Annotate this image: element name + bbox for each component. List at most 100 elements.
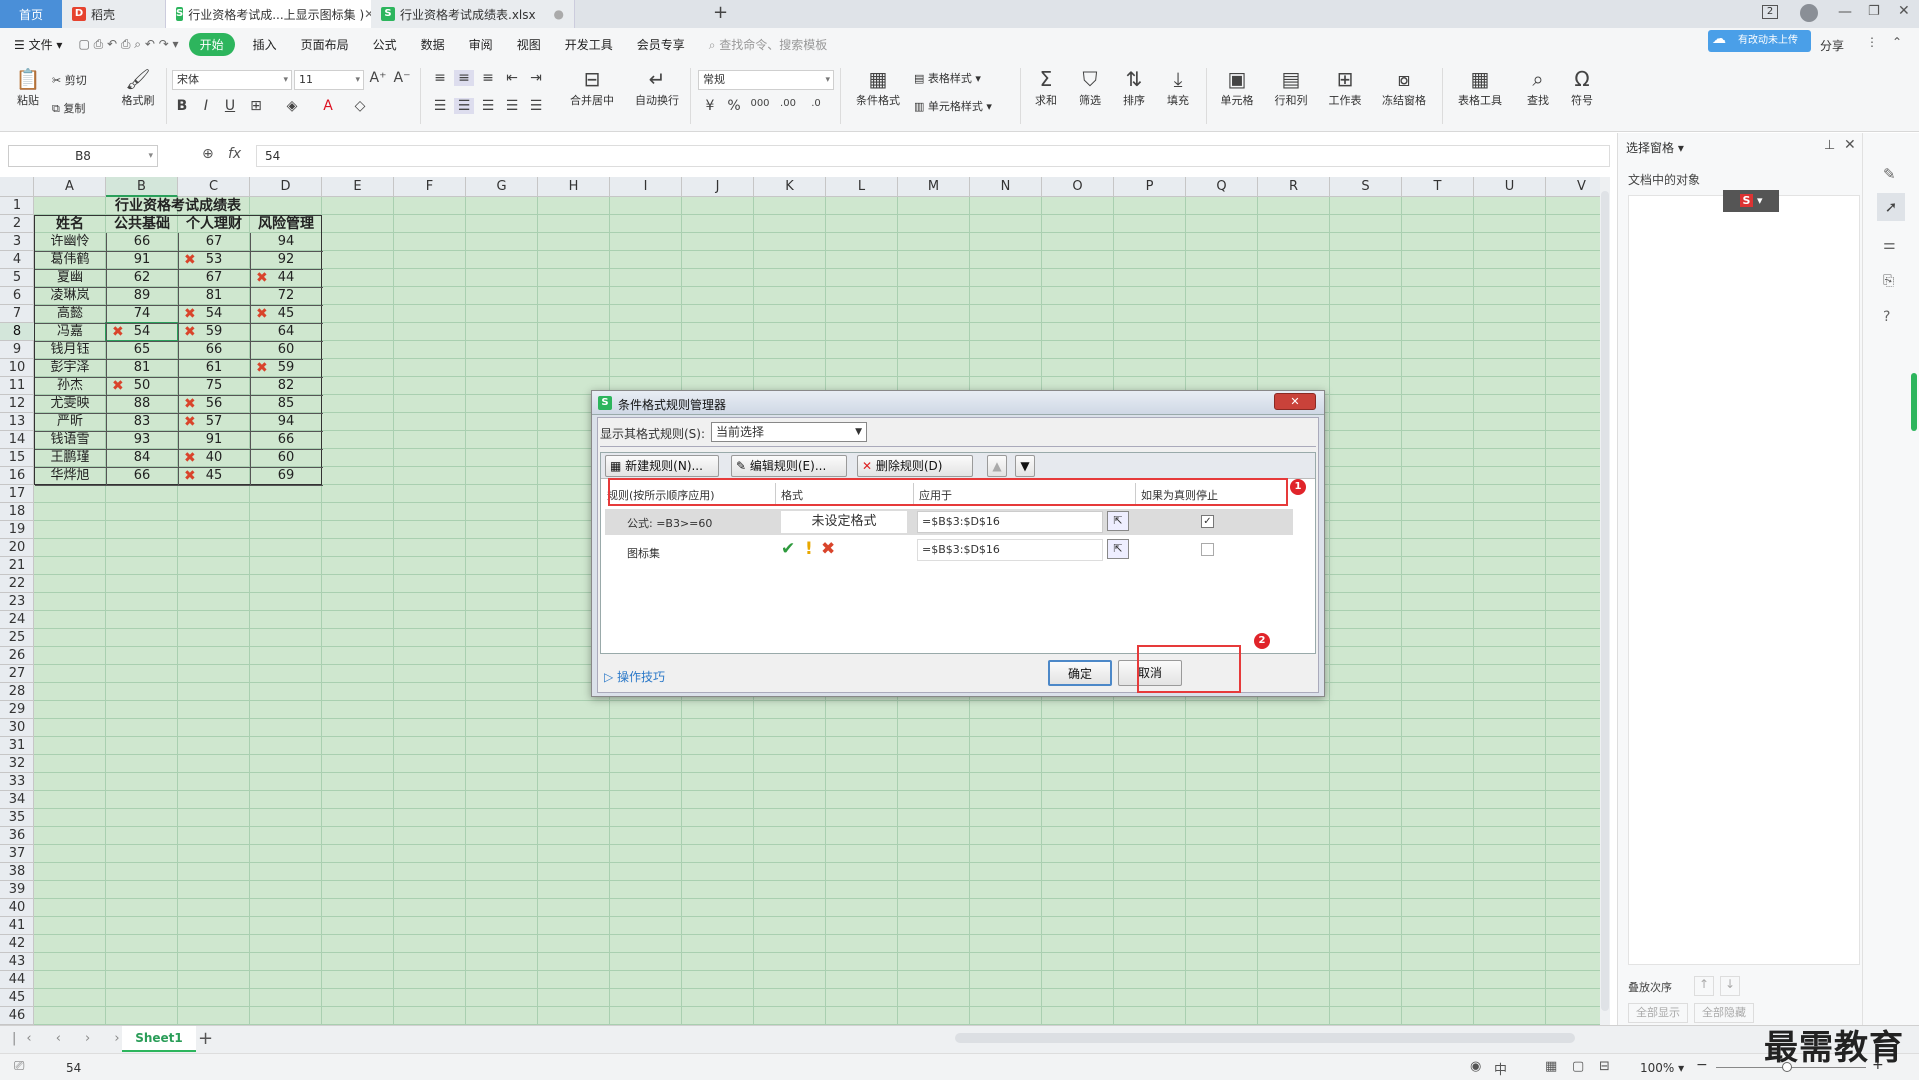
clear-icon[interactable]: ◇ — [350, 98, 370, 114]
align-bottom-icon[interactable]: ≡ — [478, 70, 498, 86]
align-top-icon[interactable]: ≡ — [430, 70, 450, 86]
font-name-select[interactable]: 宋体 ▾ — [172, 70, 292, 90]
row-header-40[interactable]: 40 — [0, 899, 34, 917]
name-cell[interactable]: 葛伟鹤 — [34, 251, 106, 269]
decrease-decimal-icon[interactable]: .0 — [806, 98, 826, 109]
column-header-Q[interactable]: Q — [1186, 177, 1258, 197]
edit-rule-button[interactable]: ✎ 编辑规则(E)... — [731, 455, 847, 477]
quick-access-toolbar[interactable]: ▢ ⎙ ↶ ⎙ ⌕ ↶ ↷ ▾ — [74, 37, 182, 52]
paste-button[interactable]: 📋 粘贴 — [10, 66, 46, 108]
row-header-26[interactable]: 26 — [0, 647, 34, 665]
row-header-5[interactable]: 5 — [0, 269, 34, 287]
fill-button[interactable]: ⤓ 填充 — [1158, 66, 1198, 108]
score-cell[interactable]: 93 — [106, 431, 178, 449]
menu-page-layout[interactable]: 页面布局 — [289, 36, 361, 53]
number-format-select[interactable]: 常规 ▾ — [698, 70, 834, 90]
brush-icon[interactable]: ✎ — [1883, 165, 1896, 183]
score-cell[interactable]: 88 — [106, 395, 178, 413]
column-header-C[interactable]: C — [178, 177, 250, 197]
cell-button[interactable]: ▣ 单元格 — [1212, 66, 1262, 108]
menu-formula[interactable]: 公式 — [361, 36, 409, 53]
column-header-U[interactable]: U — [1474, 177, 1546, 197]
score-cell[interactable]: 84 — [106, 449, 178, 467]
name-cell[interactable]: 彭宇泽 — [34, 359, 106, 377]
column-header-H[interactable]: H — [538, 177, 610, 197]
window-count-badge[interactable]: 2 — [1762, 5, 1778, 19]
rule-1-stop-checkbox[interactable]: ✓ — [1201, 515, 1214, 528]
filter-button[interactable]: ⛉ 筛选 — [1070, 66, 1110, 108]
header-cell[interactable]: 个人理财 — [178, 215, 250, 233]
row-header-39[interactable]: 39 — [0, 881, 34, 899]
tab-active-document[interactable]: S 行业资格考试成...上显示图标集 ) ✕ — [166, 0, 371, 28]
score-cell[interactable]: 66 — [250, 431, 322, 449]
sliders-icon[interactable]: ⚌ — [1883, 237, 1896, 253]
ok-button[interactable]: 确定 — [1048, 660, 1112, 686]
row-header-23[interactable]: 23 — [0, 593, 34, 611]
row-header-30[interactable]: 30 — [0, 719, 34, 737]
column-header-N[interactable]: N — [970, 177, 1042, 197]
rule-2-stop-checkbox[interactable] — [1201, 543, 1214, 556]
row-header-14[interactable]: 14 — [0, 431, 34, 449]
menu-file[interactable]: ☰ 文件 ▾ — [0, 36, 74, 53]
tab-daoke[interactable]: D 稻壳 — [62, 0, 166, 28]
selection-pane-title[interactable]: 选择窗格 ▾ — [1626, 139, 1684, 156]
score-cell[interactable]: 82 — [250, 377, 322, 395]
menu-review[interactable]: 审阅 — [457, 36, 505, 53]
row-header-16[interactable]: 16 — [0, 467, 34, 485]
normal-view-icon[interactable]: ▦ — [1545, 1059, 1557, 1074]
new-rule-button[interactable]: ▦ 新建规则(N)... — [605, 455, 719, 477]
score-cell[interactable]: 72 — [250, 287, 322, 305]
name-cell[interactable]: 王鹏瑾 — [34, 449, 106, 467]
add-sheet-icon[interactable]: + — [198, 1028, 213, 1049]
score-cell[interactable]: 91 — [178, 431, 250, 449]
horizontal-scrollbar[interactable] — [955, 1033, 1575, 1043]
sum-button[interactable]: Σ 求和 — [1026, 66, 1066, 108]
justify-icon[interactable]: ☰ — [502, 98, 522, 114]
score-cell[interactable]: 83 — [106, 413, 178, 431]
table-style-button[interactable]: ▤ 表格样式 ▾ — [914, 70, 981, 86]
score-cell[interactable]: 65 — [106, 341, 178, 359]
show-rules-select[interactable]: 当前选择 ▼ — [711, 422, 867, 442]
wrap-text-button[interactable]: ↵ 自动换行 — [630, 66, 684, 108]
page-break-view-icon[interactable]: ⊟ — [1599, 1059, 1610, 1074]
sheet-title-cell[interactable]: 行业资格考试成绩表 — [34, 197, 322, 215]
row-header-42[interactable]: 42 — [0, 935, 34, 953]
row-header-11[interactable]: 11 — [0, 377, 34, 395]
column-header-D[interactable]: D — [250, 177, 322, 197]
worksheet-button[interactable]: ⊞ 工作表 — [1320, 66, 1370, 108]
score-cell[interactable]: 81 — [178, 287, 250, 305]
dialog-titlebar[interactable]: S 条件格式规则管理器 ✕ — [592, 391, 1324, 415]
row-header-44[interactable]: 44 — [0, 971, 34, 989]
row-header-20[interactable]: 20 — [0, 539, 34, 557]
row-header-27[interactable]: 27 — [0, 665, 34, 683]
column-header-B[interactable]: B — [106, 177, 178, 197]
row-header-28[interactable]: 28 — [0, 683, 34, 701]
scrollbar-thumb[interactable] — [1601, 191, 1609, 1011]
row-header-8[interactable]: 8 — [0, 323, 34, 341]
vertical-scrollbar[interactable] — [1600, 177, 1610, 1025]
select-all-corner[interactable] — [0, 177, 34, 197]
row-header-37[interactable]: 37 — [0, 845, 34, 863]
send-backward-icon[interactable]: ↓ — [1720, 976, 1740, 996]
menu-developer[interactable]: 开发工具 — [553, 36, 625, 53]
format-painter-button[interactable]: 🖌 格式刷 — [118, 66, 158, 108]
page-layout-view-icon[interactable]: ▢ — [1572, 1059, 1584, 1074]
column-header-K[interactable]: K — [754, 177, 826, 197]
sort-button[interactable]: ⇅ 排序 — [1114, 66, 1154, 108]
cut-button[interactable]: ✂ 剪切 — [52, 72, 87, 88]
close-icon[interactable]: ✕ — [1844, 137, 1856, 153]
zoom-out-icon[interactable]: − — [1696, 1057, 1708, 1073]
column-header-A[interactable]: A — [34, 177, 106, 197]
row-header-36[interactable]: 36 — [0, 827, 34, 845]
collapse-ribbon-icon[interactable]: ⌃ — [1892, 35, 1902, 49]
name-cell[interactable]: 冯嘉 — [34, 323, 106, 341]
eye-icon[interactable]: ◉ — [1470, 1059, 1481, 1074]
align-middle-icon[interactable]: ≡ — [454, 70, 474, 86]
column-header-F[interactable]: F — [394, 177, 466, 197]
name-cell[interactable]: 凌琳岚 — [34, 287, 106, 305]
row-header-12[interactable]: 12 — [0, 395, 34, 413]
row-header-17[interactable]: 17 — [0, 485, 34, 503]
name-cell[interactable]: 夏幽 — [34, 269, 106, 287]
name-cell[interactable]: 高懿 — [34, 305, 106, 323]
zoom-level[interactable]: 100% ▾ — [1640, 1061, 1684, 1075]
